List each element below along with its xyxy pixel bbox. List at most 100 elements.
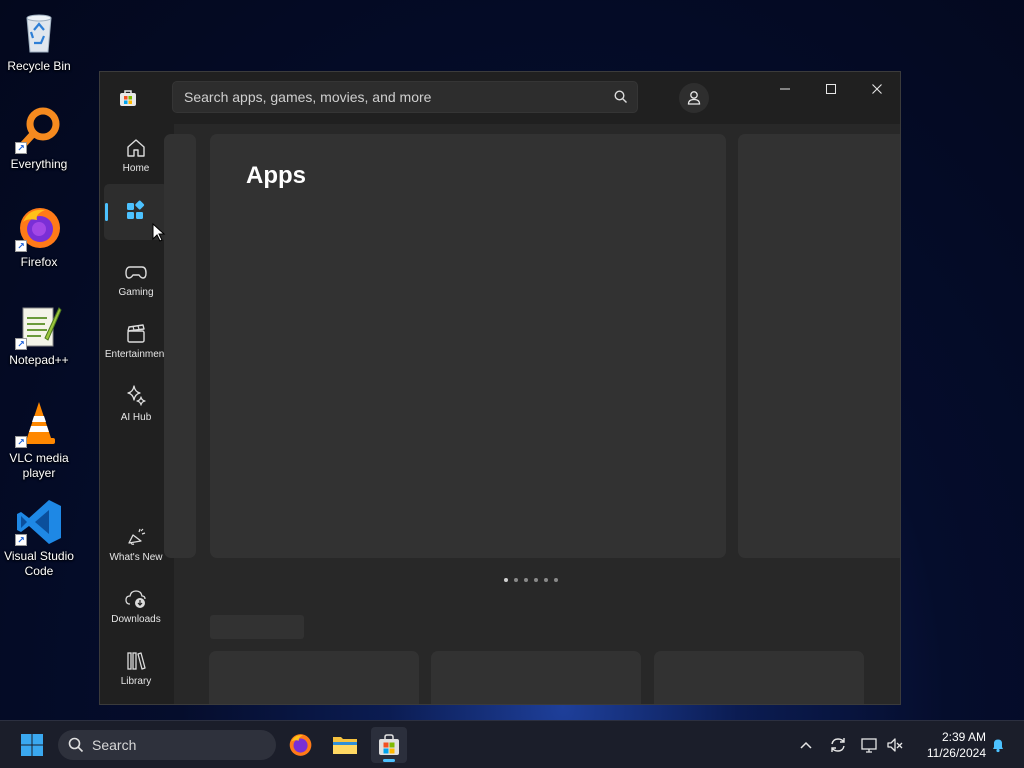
store-bag-icon <box>379 734 399 755</box>
desktop-icon-recycle-bin[interactable]: Recycle Bin <box>0 8 78 74</box>
store-window: Search apps, games, movies, and more Hom… <box>99 71 901 705</box>
search-button[interactable] <box>605 82 637 112</box>
shortcut-arrow-icon: ↗ <box>15 240 27 252</box>
nav-item-whats-new[interactable]: What's New <box>104 516 168 572</box>
sync-icon <box>831 738 845 752</box>
firefox-icon: ↗ <box>15 204 63 252</box>
windows-logo-icon <box>21 734 43 756</box>
carousel-dot[interactable] <box>524 578 528 582</box>
store-nav-rail: Home Gaming Entertainment AI Hub What's … <box>100 124 174 704</box>
taskbar: Search 2:39 AM 11/26/2024 <box>0 720 1024 768</box>
nav-label: Home <box>122 162 150 174</box>
nav-item-downloads[interactable]: Downloads <box>104 578 168 634</box>
nav-label: Entertainment <box>104 348 168 360</box>
start-button[interactable] <box>14 727 50 763</box>
app-tile-placeholder[interactable] <box>654 651 864 704</box>
vlc-icon: ↗ <box>15 400 63 448</box>
page-title: Apps <box>246 162 306 189</box>
gamepad-icon <box>125 265 147 279</box>
maximize-button[interactable] <box>808 72 854 106</box>
shortcut-arrow-icon: ↗ <box>15 534 27 546</box>
megaphone-icon <box>128 528 146 545</box>
desktop-icon-label: Everything <box>10 157 68 171</box>
search-icon <box>614 90 627 103</box>
tray-network[interactable] <box>857 733 881 757</box>
clapperboard-icon <box>127 323 145 343</box>
store-search-box[interactable]: Search apps, games, movies, and more <box>172 81 638 113</box>
desktop-icon-vlc[interactable]: ↗ VLC media player <box>0 400 78 481</box>
desktop-icon-label: Notepad++ <box>9 353 69 367</box>
nav-item-ai-hub[interactable]: AI Hub <box>104 375 168 431</box>
nav-item-entertainment[interactable]: Entertainment <box>104 313 168 369</box>
desktop-icon-label: Firefox <box>20 255 58 269</box>
maximize-icon <box>826 84 836 94</box>
desktop-icon-notepadpp[interactable]: ↗ Notepad++ <box>0 302 78 368</box>
desktop-icon-everything[interactable]: ↗ Everything <box>0 106 78 172</box>
cloud-download-icon <box>125 589 146 608</box>
minimize-button[interactable] <box>762 72 808 106</box>
search-placeholder: Search apps, games, movies, and more <box>184 89 432 105</box>
firefox-icon <box>289 734 312 756</box>
account-button[interactable] <box>679 83 709 113</box>
nav-item-gaming[interactable]: Gaming <box>104 251 168 307</box>
taskbar-search[interactable]: Search <box>58 730 276 760</box>
tray-volume[interactable] <box>883 733 907 757</box>
nav-item-home[interactable]: Home <box>104 127 168 183</box>
hero-card-prev[interactable] <box>164 134 196 558</box>
close-icon <box>872 84 882 94</box>
title-bar[interactable]: Search apps, games, movies, and more <box>100 72 900 124</box>
vscode-icon: ↗ <box>15 498 63 546</box>
desktop-icon-label: Visual Studio Code <box>4 549 74 578</box>
clock-time: 2:39 AM <box>941 730 986 744</box>
notepadpp-icon: ↗ <box>15 302 63 350</box>
desktop-icon-label: Recycle Bin <box>7 59 71 73</box>
nav-label: AI Hub <box>120 411 152 423</box>
carousel-dot[interactable] <box>514 578 518 582</box>
person-icon <box>687 91 701 105</box>
hero-card-next[interactable] <box>738 134 900 558</box>
system-clock[interactable]: 2:39 AM 11/26/2024 <box>914 729 986 761</box>
running-indicator <box>383 759 395 762</box>
app-tile-placeholder[interactable] <box>431 651 641 704</box>
bell-icon <box>993 739 1003 753</box>
minimize-icon <box>780 88 790 90</box>
store-content: Apps <box>164 124 900 704</box>
taskbar-file-explorer[interactable] <box>327 727 363 763</box>
hero-card[interactable]: Apps <box>210 134 726 558</box>
carousel-dot[interactable] <box>534 578 538 582</box>
tray-sync[interactable] <box>826 733 850 757</box>
library-icon <box>127 651 146 670</box>
close-button[interactable] <box>854 72 900 106</box>
everything-search-icon: ↗ <box>15 106 63 154</box>
nav-label: What's New <box>109 551 163 563</box>
home-icon <box>127 138 145 157</box>
nav-label: Gaming <box>118 286 154 298</box>
taskbar-firefox[interactable] <box>282 727 318 763</box>
search-icon <box>68 737 84 753</box>
store-logo-icon <box>119 89 137 107</box>
apps-icon <box>127 200 145 219</box>
volume-muted-icon <box>887 738 903 752</box>
mouse-cursor-icon <box>152 223 166 242</box>
carousel-dot[interactable] <box>554 578 558 582</box>
active-indicator <box>105 203 108 221</box>
taskbar-microsoft-store[interactable] <box>371 727 407 763</box>
desktop-icon-firefox[interactable]: ↗ Firefox <box>0 204 78 270</box>
nav-item-library[interactable]: Library <box>104 640 168 696</box>
shortcut-arrow-icon: ↗ <box>15 338 27 350</box>
show-hidden-icons-button[interactable] <box>794 733 818 757</box>
section-heading-placeholder <box>210 615 304 639</box>
notifications-button[interactable] <box>986 733 1010 757</box>
nav-label: Downloads <box>111 613 161 625</box>
carousel-dot[interactable] <box>544 578 548 582</box>
folder-icon <box>333 737 357 754</box>
chevron-up-icon <box>800 741 812 749</box>
nav-label: Library <box>120 675 152 687</box>
recycle-bin-icon <box>15 8 63 56</box>
carousel-pager <box>504 578 558 582</box>
carousel-dot[interactable] <box>504 578 508 582</box>
desktop-icon-vscode[interactable]: ↗ Visual Studio Code <box>0 498 78 579</box>
taskbar-search-label: Search <box>92 737 137 753</box>
app-tile-placeholder[interactable] <box>209 651 419 704</box>
shortcut-arrow-icon: ↗ <box>15 436 27 448</box>
